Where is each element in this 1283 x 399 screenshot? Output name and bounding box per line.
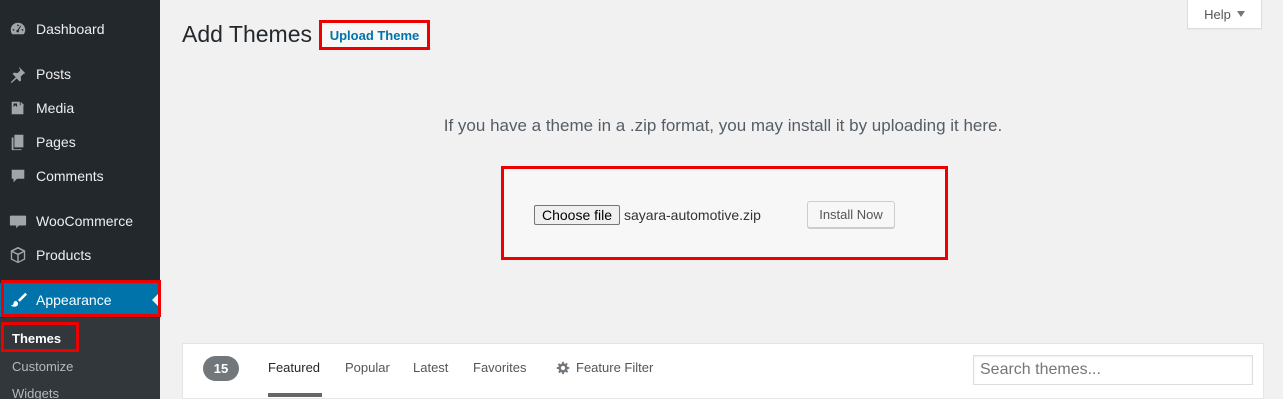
upload-instructions: If you have a theme in a .zip format, yo…	[443, 116, 1003, 135]
choose-file-button[interactable]: Choose file	[534, 205, 620, 225]
sidebar-item-appearance[interactable]: Appearance	[0, 283, 160, 317]
submenu-item-themes[interactable]: Themes	[12, 331, 61, 346]
install-now-button[interactable]: Install Now	[807, 201, 895, 228]
sidebar-item-dashboard[interactable]: Dashboard	[0, 12, 160, 46]
sidebar-item-label: Appearance	[36, 292, 112, 308]
woocommerce-icon	[0, 204, 36, 238]
tab-popular[interactable]: Popular	[345, 360, 390, 375]
sidebar-item-label: WooCommerce	[36, 213, 133, 229]
feature-filter-button[interactable]: Feature Filter	[556, 360, 653, 375]
tab-favorites[interactable]: Favorites	[473, 360, 526, 375]
sidebar-item-label: Posts	[36, 66, 72, 82]
admin-sidebar: Dashboard Posts Media Pages Comments Woo…	[0, 0, 161, 399]
active-tab-indicator	[268, 393, 322, 397]
brush-icon	[0, 283, 36, 317]
caret-down-icon	[1236, 11, 1245, 17]
help-button[interactable]: Help	[1187, 0, 1262, 29]
box-icon	[0, 238, 36, 272]
dashboard-icon	[0, 12, 36, 46]
sidebar-item-media[interactable]: Media	[0, 91, 160, 125]
sidebar-item-label: Media	[36, 100, 75, 116]
media-icon	[0, 91, 36, 125]
help-label: Help	[1204, 6, 1231, 22]
pin-icon	[0, 57, 36, 91]
sidebar-item-pages[interactable]: Pages	[0, 125, 160, 159]
search-themes-input[interactable]	[973, 355, 1253, 385]
sidebar-item-products[interactable]: Products	[0, 238, 160, 272]
gear-icon	[556, 361, 570, 374]
feature-filter-label: Feature Filter	[576, 360, 654, 375]
upload-theme-button[interactable]: Upload Theme	[319, 20, 430, 50]
pages-icon	[0, 125, 36, 159]
sidebar-item-label: Comments	[36, 168, 104, 184]
tab-featured[interactable]: Featured	[268, 360, 320, 375]
submenu-item-widgets[interactable]: Widgets	[12, 386, 59, 399]
sidebar-item-posts[interactable]: Posts	[0, 57, 160, 91]
comment-icon	[0, 159, 36, 193]
sidebar-item-label: Products	[36, 247, 92, 263]
sidebar-item-label: Pages	[36, 134, 76, 150]
submenu-item-customize[interactable]: Customize	[12, 359, 73, 374]
tab-latest[interactable]: Latest	[413, 360, 448, 375]
theme-count-badge: 15	[203, 356, 239, 381]
appearance-submenu: Themes Customize Widgets	[0, 318, 160, 399]
sidebar-item-label: Dashboard	[36, 21, 105, 37]
page-title: Add Themes	[182, 21, 312, 47]
sidebar-item-comments[interactable]: Comments	[0, 159, 160, 193]
sidebar-item-woocommerce[interactable]: WooCommerce	[0, 204, 160, 238]
selected-file-name: sayara-automotive.zip	[624, 207, 761, 223]
